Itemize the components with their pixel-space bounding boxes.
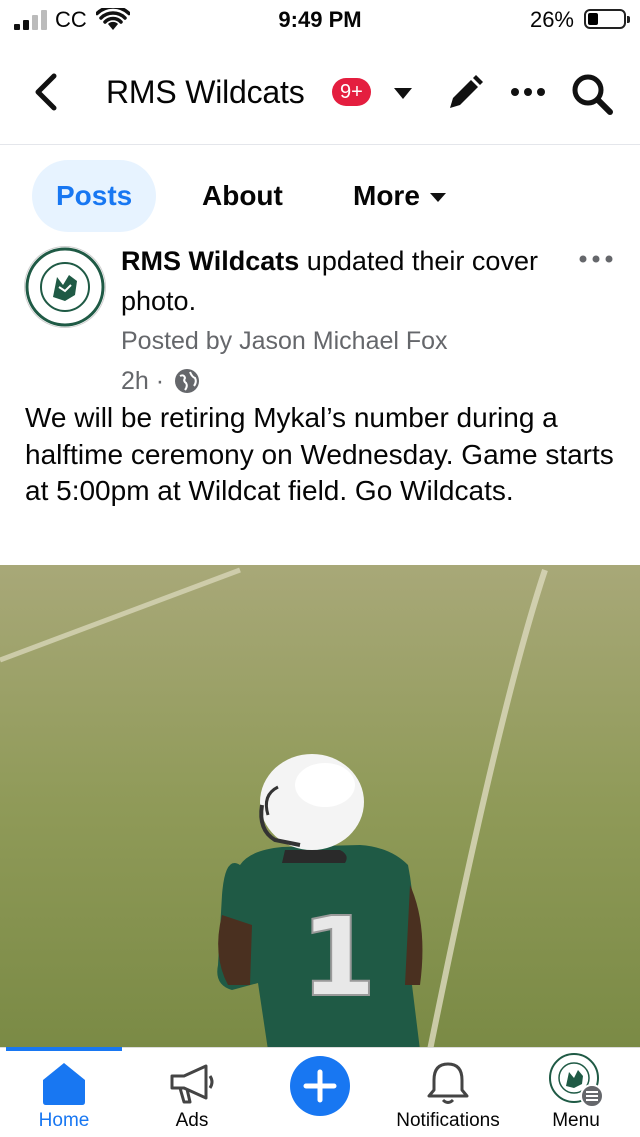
back-arrow-icon[interactable] xyxy=(28,72,64,112)
post-body: We will be retiring Mykal’s number durin… xyxy=(25,402,614,506)
page-tabs: Posts About More xyxy=(0,160,640,232)
nav-notifications-label: Notifications xyxy=(396,1110,500,1131)
more-options-icon[interactable] xyxy=(510,84,546,100)
nav-ads-label: Ads xyxy=(175,1110,209,1131)
post-header: RMS Wildcats updated their cover photo. xyxy=(121,241,561,321)
posted-by-label: Posted by Jason Michael Fox xyxy=(121,327,448,355)
pencil-icon[interactable] xyxy=(444,74,484,114)
football-player-image: 1 xyxy=(0,565,640,1050)
status-bar: CC 9:49 PM 26% xyxy=(0,0,640,40)
page-header: RMS Wildcats 9+ xyxy=(0,40,640,145)
tab-more[interactable]: More xyxy=(353,160,446,232)
post-author[interactable]: RMS Wildcats xyxy=(121,246,299,276)
notification-badge: 9+ xyxy=(332,78,371,106)
globe-icon xyxy=(175,369,199,393)
nav-home-label: Home xyxy=(38,1110,90,1131)
cover-photo[interactable]: 1 xyxy=(0,565,640,1050)
home-icon xyxy=(43,1063,85,1105)
caret-down-icon xyxy=(429,193,446,203)
nav-notifications[interactable]: Notifications xyxy=(384,1048,512,1137)
nav-ads[interactable]: Ads xyxy=(148,1048,236,1137)
post-timestamp[interactable]: 2h · xyxy=(121,362,164,400)
megaphone-icon xyxy=(170,1064,214,1104)
page-title[interactable]: RMS Wildcats xyxy=(106,74,305,111)
nav-menu-label: Menu xyxy=(552,1110,600,1131)
plus-icon xyxy=(290,1056,350,1116)
tab-posts[interactable]: Posts xyxy=(32,160,157,232)
nav-home[interactable]: Home xyxy=(20,1048,108,1137)
wildcat-logo-icon xyxy=(25,247,105,327)
chevron-down-icon[interactable] xyxy=(394,88,412,99)
tab-about[interactable]: About xyxy=(202,160,283,232)
nav-menu[interactable]: Menu xyxy=(540,1048,612,1137)
menu-profile-icon xyxy=(549,1053,604,1108)
page-avatar[interactable] xyxy=(24,246,106,328)
battery-percent: 26% xyxy=(529,7,574,32)
jersey-number: 1 xyxy=(300,893,377,1021)
search-icon[interactable] xyxy=(570,72,614,116)
bottom-navigation: Home Ads Notifications Menu xyxy=(0,1047,640,1137)
battery-icon xyxy=(584,9,630,29)
post-options-icon[interactable] xyxy=(578,252,614,266)
create-post-button[interactable] xyxy=(290,1048,350,1137)
bell-icon xyxy=(427,1062,469,1104)
tab-more-label: More xyxy=(353,180,420,211)
